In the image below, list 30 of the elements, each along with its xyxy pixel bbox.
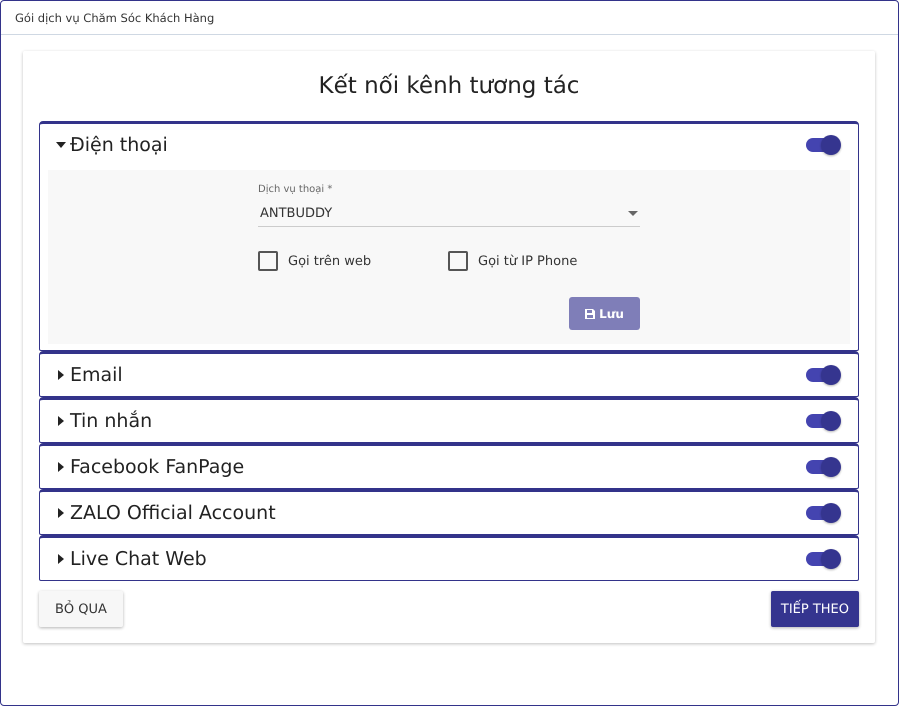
channel-title[interactable]: Facebook FanPage: [70, 456, 806, 478]
checkbox[interactable]: [258, 251, 278, 271]
toggle-switch[interactable]: [806, 368, 840, 382]
window-title: Gói dịch vụ Chăm Sóc Khách Hàng: [1, 1, 898, 35]
page-heading: Kết nối kênh tương tác: [318, 73, 580, 99]
caret-icon[interactable]: [56, 508, 66, 518]
channel-title[interactable]: ZALO Official Account: [70, 502, 806, 524]
channel-title[interactable]: Live Chat Web: [70, 548, 806, 570]
checkbox-label: Gọi từ IP Phone: [478, 254, 578, 268]
service-select[interactable]: ANTBUDDY: [258, 203, 640, 227]
caret-icon[interactable]: [56, 140, 66, 150]
checkbox[interactable]: [448, 251, 468, 271]
channel-title[interactable]: Tin nhắn: [70, 410, 806, 432]
caret-icon[interactable]: [56, 416, 66, 426]
toggle-switch[interactable]: [806, 460, 840, 474]
toggle-switch[interactable]: [806, 506, 840, 520]
caret-icon[interactable]: [56, 554, 66, 564]
checkbox-label: Gọi trên web: [288, 254, 372, 268]
toggle-switch[interactable]: [806, 552, 840, 566]
skip-button[interactable]: BỎ QUA: [39, 591, 123, 627]
channel-title[interactable]: Điện thoại: [70, 134, 806, 156]
caret-icon[interactable]: [56, 462, 66, 472]
next-button[interactable]: TIẾP THEO: [770, 591, 859, 627]
save-button[interactable]: Lưu: [569, 297, 640, 330]
toggle-switch[interactable]: [806, 414, 840, 428]
field-label: Dịch vụ thoại *: [258, 184, 334, 195]
dropdown-caret-icon: [628, 211, 638, 216]
channel-title[interactable]: Email: [70, 364, 806, 386]
caret-icon[interactable]: [56, 370, 66, 380]
toggle-switch[interactable]: [806, 138, 840, 152]
